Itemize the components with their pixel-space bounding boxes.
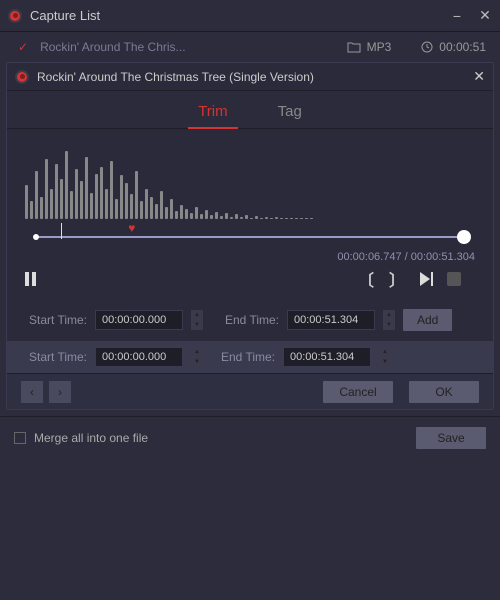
start-time-label: Start Time:	[25, 313, 87, 327]
set-start-bracket-button[interactable]: 〔	[358, 267, 375, 291]
waveform	[7, 129, 493, 219]
timeline-track	[35, 236, 465, 238]
play-button[interactable]	[420, 272, 433, 286]
timeline-marker-icon[interactable]: ♥	[128, 221, 135, 235]
end-time-stepper[interactable]: ▲▼	[383, 310, 395, 330]
ok-button[interactable]: OK	[409, 381, 479, 403]
segment-start-label: Start Time:	[25, 350, 87, 364]
save-button[interactable]: Save	[416, 427, 486, 449]
stop-button[interactable]	[447, 272, 461, 286]
segment-row[interactable]: Start Time: ▲▼ End Time: ▲▼	[7, 341, 493, 373]
close-button[interactable]: ✕	[478, 7, 492, 24]
file-name: Rockin' Around The Chris...	[40, 40, 220, 54]
tab-trim[interactable]: Trim	[198, 103, 227, 128]
time-readout: 00:00:06.747 / 00:00:51.304	[7, 245, 493, 263]
next-button[interactable]: ›	[49, 381, 71, 403]
segment-start-input[interactable]	[95, 347, 183, 367]
start-time-input[interactable]	[95, 310, 183, 330]
add-button[interactable]: Add	[403, 309, 452, 331]
timeline-end-handle[interactable]	[457, 230, 471, 244]
clock-icon	[421, 41, 433, 53]
end-time-label: End Time:	[217, 313, 279, 327]
start-time-stepper[interactable]: ▲▼	[191, 310, 203, 330]
cancel-button[interactable]: Cancel	[323, 381, 393, 403]
segment-end-label: End Time:	[217, 350, 275, 364]
panel-close-button[interactable]: ✕	[473, 68, 485, 85]
record-icon	[8, 9, 22, 23]
record-icon	[15, 70, 29, 84]
playhead[interactable]	[61, 223, 62, 239]
prev-button[interactable]: ‹	[21, 381, 43, 403]
file-row[interactable]: ✓ Rockin' Around The Chris... MP3 00:00:…	[0, 32, 500, 62]
segment-end-input[interactable]	[283, 347, 371, 367]
segment-end-stepper[interactable]: ▲▼	[379, 347, 391, 367]
panel-title: Rockin' Around The Christmas Tree (Singl…	[37, 70, 314, 84]
merge-label: Merge all into one file	[34, 431, 148, 445]
segment-start-stepper[interactable]: ▲▼	[191, 347, 203, 367]
titlebar: Capture List − ✕	[0, 0, 500, 32]
tab-tag[interactable]: Tag	[278, 103, 302, 128]
file-format: MP3	[367, 40, 392, 54]
set-end-bracket-button[interactable]: 〕	[389, 267, 406, 291]
folder-icon	[347, 41, 361, 53]
timeline[interactable]: ♥	[25, 229, 475, 245]
file-duration: 00:00:51	[439, 40, 486, 54]
window-title: Capture List	[30, 8, 100, 23]
check-icon: ✓	[18, 40, 28, 54]
merge-checkbox[interactable]	[14, 432, 26, 444]
pause-button[interactable]	[25, 272, 36, 286]
timeline-start-handle[interactable]	[33, 234, 39, 240]
panel-header: Rockin' Around The Christmas Tree (Singl…	[7, 63, 493, 91]
minimize-button[interactable]: −	[450, 8, 464, 24]
end-time-input[interactable]	[287, 310, 375, 330]
